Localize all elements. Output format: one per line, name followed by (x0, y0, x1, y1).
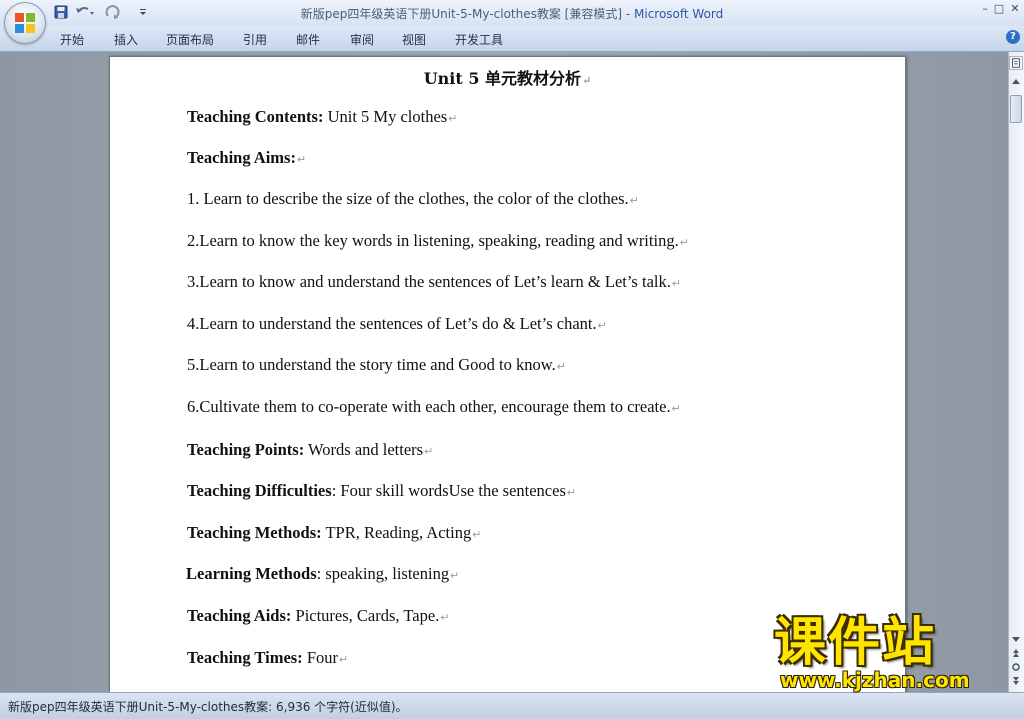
paragraph-label: Teaching Difficulties (187, 481, 332, 500)
paragraph-label: Teaching Contents: (187, 107, 324, 126)
paragraph-mark: ↵ (679, 237, 689, 249)
paragraph-label: Teaching Aids: (187, 606, 292, 625)
paragraph-text: 1. Learn to describe the size of the clo… (187, 189, 629, 208)
paragraph-text: 5.Learn to understand the story time and… (187, 355, 556, 374)
paragraph-mark: ↵ (448, 113, 458, 125)
view-ruler-icon[interactable] (1009, 56, 1023, 70)
paragraph-mark: ↵ (296, 154, 307, 166)
paragraph-teaching-points: Teaching Points: Words and letters↵ (187, 440, 433, 460)
paragraph-text: : speaking, listening (316, 564, 450, 583)
paragraph-teaching-difficulties: Teaching Difficulties: Four skill wordsU… (187, 481, 576, 501)
paragraph-label: Learning Methods (186, 564, 317, 583)
scroll-up-icon[interactable] (1009, 74, 1023, 90)
paragraph-mark: ↵ (597, 320, 607, 332)
tab-page-layout[interactable]: 页面布局 (166, 31, 214, 48)
tab-home[interactable]: 开始 (60, 31, 84, 48)
paragraph-text: TPR, Reading, Acting (321, 523, 472, 542)
paragraph-learning-methods: Learning Methods: speaking, listening↵ (186, 564, 459, 584)
paragraph-text: 3.Learn to know and understand the sente… (187, 272, 671, 291)
select-browse-object-icon[interactable] (1009, 660, 1023, 674)
paragraph-mark: ↵ (556, 361, 566, 373)
heading-text: Unit 5 单元教材分析 (423, 69, 582, 88)
status-bar: 新版pep四年级英语下册Unit-5-My-clothes教案: 6,936 个… (0, 692, 1024, 719)
tab-insert[interactable]: 插入 (114, 31, 138, 48)
paragraph-mark: ↵ (671, 278, 682, 290)
paragraph-mark: ↵ (472, 529, 482, 541)
paragraph-text: Pictures, Cards, Tape. (291, 606, 440, 625)
paragraph-label: Teaching Times: (187, 648, 303, 667)
paragraph-teaching-contents: Teaching Contents: Unit 5 My clothes↵ (187, 107, 457, 127)
watermark-url: www.kjzhan.com (780, 668, 970, 692)
paragraph-mark: ↵ (424, 446, 434, 458)
paragraph-text: 6.Cultivate them to co-operate with each… (187, 397, 671, 416)
tab-review[interactable]: 审阅 (350, 31, 374, 48)
paragraph-text: 2.Learn to know the key words in listeni… (187, 231, 679, 250)
paragraph-aim-3: 3.Learn to know and understand the sente… (187, 272, 681, 292)
paragraph-aim-6: 6.Cultivate them to co-operate with each… (187, 397, 681, 417)
vertical-scrollbar[interactable] (1008, 52, 1024, 692)
paragraph-mark: ↵ (629, 195, 639, 207)
paragraph-label: Teaching Points: (187, 440, 305, 459)
tab-references[interactable]: 引用 (243, 31, 267, 48)
tab-mailings[interactable]: 邮件 (296, 31, 320, 48)
paragraph-mark: ↵ (450, 570, 460, 582)
paragraph-teaching-aims: Teaching Aims:↵ (187, 148, 306, 168)
paragraph-label: Teaching Aims: (187, 148, 296, 167)
paragraph-aim-5: 5.Learn to understand the story time and… (187, 355, 566, 375)
paragraph-aim-1: 1. Learn to describe the size of the clo… (187, 189, 639, 209)
previous-page-icon[interactable] (1009, 646, 1023, 660)
paragraph-mark: ↵ (671, 403, 681, 415)
paragraph-text: Unit 5 My clothes (323, 107, 448, 126)
paragraph-teaching-methods: Teaching Methods: TPR, Reading, Acting↵ (187, 523, 481, 543)
tab-view[interactable]: 视图 (402, 31, 426, 48)
paragraph-aim-2: 2.Learn to know the key words in listeni… (187, 231, 689, 251)
ribbon-tab-bar: 开始 插入 页面布局 引用 邮件 审阅 视图 开发工具 ? (0, 26, 1024, 52)
paragraph-label: Teaching Methods: (187, 523, 322, 542)
paragraph-teaching-aids: Teaching Aids: Pictures, Cards, Tape.↵ (187, 606, 450, 626)
paragraph-text: : Four skill wordsUse the sentences (331, 481, 566, 500)
status-text: 新版pep四年级英语下册Unit-5-My-clothes教案: 6,936 个… (8, 700, 408, 714)
tab-developer[interactable]: 开发工具 (455, 31, 503, 48)
paragraph-aim-4: 4.Learn to understand the sentences of L… (187, 314, 607, 334)
scroll-down-icon[interactable] (1009, 632, 1023, 646)
document-page[interactable]: Unit 5 单元教材分析↵ Teaching Contents: Unit 5… (109, 56, 906, 698)
document-heading: Unit 5 单元教材分析↵ (110, 65, 905, 89)
close-button[interactable]: ✕ (1006, 2, 1024, 16)
paragraph-text: 4.Learn to understand the sentences of L… (187, 314, 597, 333)
scroll-thumb[interactable] (1010, 95, 1022, 123)
paragraph-mark: ↵ (566, 487, 577, 499)
paragraph-text: Four (302, 648, 338, 667)
help-icon[interactable]: ? (1006, 30, 1020, 44)
app-name: Microsoft Word (634, 7, 724, 21)
paragraph-teaching-times: Teaching Times: Four↵ (187, 648, 348, 668)
paragraph-text: Words and letters (304, 440, 424, 459)
paragraph-mark: ↵ (582, 74, 592, 87)
paragraph-mark: ↵ (440, 612, 450, 624)
document-name: 新版pep四年级英语下册Unit-5-My-clothes教案 [兼容模式] - (300, 7, 634, 21)
title-bar: 新版pep四年级英语下册Unit-5-My-clothes教案 [兼容模式] -… (0, 0, 1024, 26)
office-logo-icon (15, 13, 35, 33)
next-page-icon[interactable] (1009, 674, 1023, 688)
paragraph-mark: ↵ (338, 654, 349, 666)
watermark-brand: 课件站 (774, 613, 937, 673)
window-title: 新版pep四年级英语下册Unit-5-My-clothes教案 [兼容模式] -… (0, 5, 1024, 22)
office-button[interactable] (4, 2, 46, 44)
